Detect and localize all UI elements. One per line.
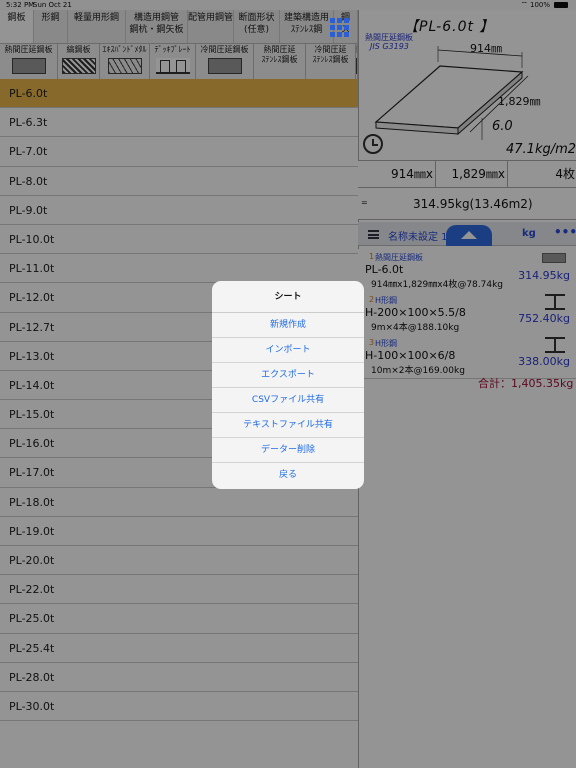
dialog-option-1[interactable]: インポート	[212, 338, 364, 363]
dialog-option-4[interactable]: テキストファイル共有	[212, 413, 364, 438]
dialog-option-6[interactable]: 戻る	[212, 463, 364, 488]
dialog-option-0[interactable]: 新規作成	[212, 313, 364, 338]
dialog-option-2[interactable]: エクスポート	[212, 363, 364, 388]
dialog-option-5[interactable]: データー削除	[212, 438, 364, 463]
grid-menu-icon[interactable]	[330, 18, 352, 40]
dialog-option-3[interactable]: CSVファイル共有	[212, 388, 364, 413]
sheet-action-dialog: シート 新規作成 インポート エクスポート CSVファイル共有 テキストファイル共有 デー…	[212, 281, 364, 489]
dialog-title: シート	[212, 281, 364, 313]
app-screen: 5:32 PM Sun Oct 21 ⌔ 100% 鋼板 形鋼 軽量用形鋼 構造用鋼管…	[0, 0, 576, 768]
